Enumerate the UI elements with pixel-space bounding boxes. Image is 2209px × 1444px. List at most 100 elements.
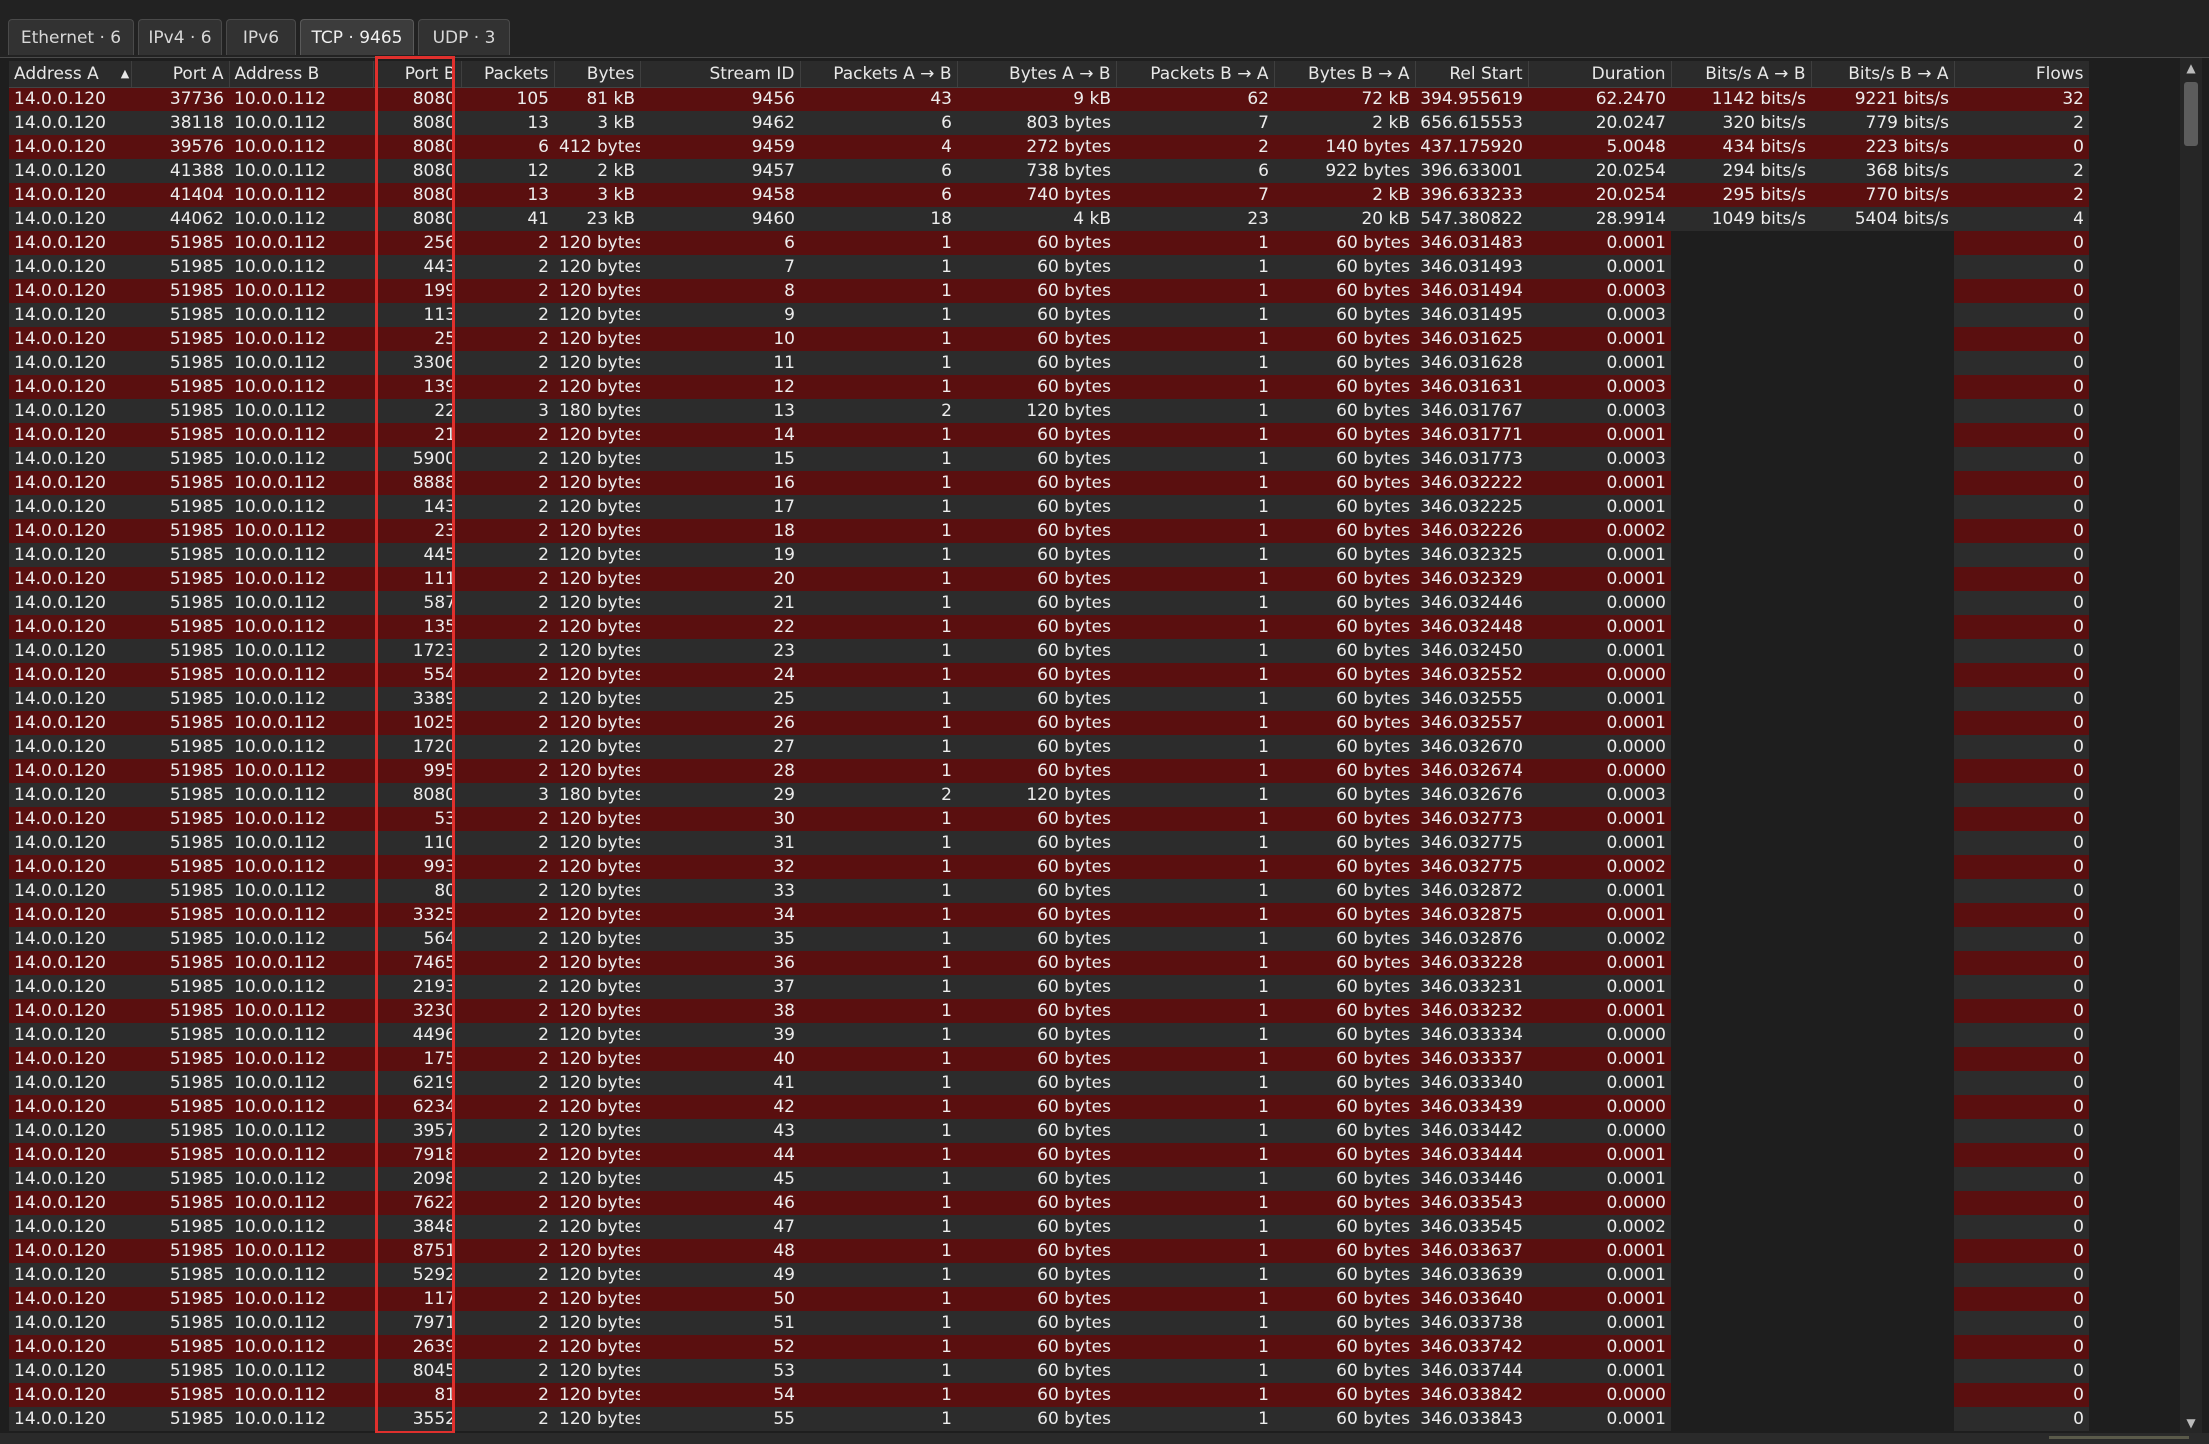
table-row[interactable]: 14.0.0.120 51985 10.0.0.112 3552 2 120 bytes 5…: [9, 1407, 2089, 1431]
table-row[interactable]: 14.0.0.120 51985 10.0.0.112 111 2 120 bytes 20…: [9, 567, 2089, 591]
table-row[interactable]: 14.0.0.120 51985 10.0.0.112 22 3 180 bytes 13 2…: [9, 399, 2089, 423]
table-row[interactable]: 14.0.0.120 51985 10.0.0.112 7622 2 120 bytes 4…: [9, 1191, 2089, 1215]
table-row[interactable]: 14.0.0.120 51985 10.0.0.112 995 2 120 bytes 28…: [9, 759, 2089, 783]
cell-packets: 2: [461, 447, 554, 471]
table-row[interactable]: 14.0.0.120 51985 10.0.0.112 7918 2 120 bytes 4…: [9, 1143, 2089, 1167]
table-row[interactable]: 14.0.0.120 44062 10.0.0.112 8080 41 23 kB 9460…: [9, 207, 2089, 231]
cell-packets-b-to-a: 1: [1116, 327, 1274, 351]
table-row[interactable]: 14.0.0.120 51985 10.0.0.112 25 2 120 bytes 10 1…: [9, 327, 2089, 351]
table-row[interactable]: 14.0.0.120 51985 10.0.0.112 5900 2 120 bytes 1…: [9, 447, 2089, 471]
tab-ipv4[interactable]: IPv4 · 6: [138, 19, 222, 55]
column-header-bits-b-to-a[interactable]: Bits/s B → A: [1811, 61, 1955, 88]
table-row[interactable]: 14.0.0.120 51985 10.0.0.112 445 2 120 bytes 19…: [9, 543, 2089, 567]
cell-bytes-a-to-b: 60 bytes: [957, 999, 1116, 1023]
table-row[interactable]: 14.0.0.120 51985 10.0.0.112 554 2 120 bytes 24…: [9, 663, 2089, 687]
tab-ipv6[interactable]: IPv6: [226, 19, 296, 55]
table-row[interactable]: 14.0.0.120 51985 10.0.0.112 3306 2 120 bytes 1…: [9, 351, 2089, 375]
cell-duration: 0.0001: [1528, 639, 1671, 663]
cell-duration: 0.0001: [1528, 807, 1671, 831]
table-row[interactable]: 14.0.0.120 51985 10.0.0.112 3230 2 120 bytes 3…: [9, 999, 2089, 1023]
table-row[interactable]: 14.0.0.120 51985 10.0.0.112 6234 2 120 bytes 4…: [9, 1095, 2089, 1119]
table-row[interactable]: 14.0.0.120 51985 10.0.0.112 80 2 120 bytes 33 1…: [9, 879, 2089, 903]
column-header-flows[interactable]: Flows: [1954, 61, 2089, 88]
cell-packets-a-to-b: 1: [800, 711, 957, 735]
column-header-port-a[interactable]: Port A: [131, 61, 230, 88]
resize-grip[interactable]: [2049, 1436, 2189, 1439]
scrollbar-thumb[interactable]: [2184, 82, 2198, 146]
column-header-duration[interactable]: Duration: [1528, 61, 1672, 88]
table-row[interactable]: 14.0.0.120 51985 10.0.0.112 117 2 120 bytes 50…: [9, 1287, 2089, 1311]
cell-port-b: 2639: [373, 1335, 461, 1359]
column-header-rel-start[interactable]: Rel Start: [1415, 61, 1529, 88]
scroll-up-arrow-icon[interactable]: ▲: [2180, 58, 2202, 78]
cell-packets: 2: [461, 351, 554, 375]
table-row[interactable]: 14.0.0.120 51985 10.0.0.112 7971 2 120 bytes 5…: [9, 1311, 2089, 1335]
table-row[interactable]: 14.0.0.120 37736 10.0.0.112 8080 105 81 kB 945…: [9, 87, 2089, 111]
table-row[interactable]: 14.0.0.120 51985 10.0.0.112 1723 2 120 bytes 2…: [9, 639, 2089, 663]
column-header-bytes-b-to-a[interactable]: Bytes B → A: [1274, 61, 1416, 88]
column-header-address-b[interactable]: Address B: [229, 61, 374, 88]
table-row[interactable]: 14.0.0.120 51985 10.0.0.112 21 2 120 bytes 14 1…: [9, 423, 2089, 447]
table-row[interactable]: 14.0.0.120 51985 10.0.0.112 3848 2 120 bytes 4…: [9, 1215, 2089, 1239]
table-row[interactable]: 14.0.0.120 51985 10.0.0.112 3957 2 120 bytes 4…: [9, 1119, 2089, 1143]
table-row[interactable]: 14.0.0.120 51985 10.0.0.112 564 2 120 bytes 35…: [9, 927, 2089, 951]
table-row[interactable]: 14.0.0.120 51985 10.0.0.112 8045 2 120 bytes 5…: [9, 1359, 2089, 1383]
cell-bytes-b-to-a: 60 bytes: [1274, 447, 1415, 471]
table-row[interactable]: 14.0.0.120 51985 10.0.0.112 143 2 120 bytes 17…: [9, 495, 2089, 519]
column-header-packets-b-to-a[interactable]: Packets B → A: [1116, 61, 1275, 88]
table-row[interactable]: 14.0.0.120 51985 10.0.0.112 256 2 120 bytes 6 1…: [9, 231, 2089, 255]
table-row[interactable]: 14.0.0.120 51985 10.0.0.112 5292 2 120 bytes 4…: [9, 1263, 2089, 1287]
cell-address-a: 14.0.0.120: [9, 831, 131, 855]
cell-address-b: 10.0.0.112: [229, 1239, 373, 1263]
column-header-bytes[interactable]: Bytes: [554, 61, 641, 88]
cell-stream-id: 36: [640, 951, 800, 975]
column-header-bits-a-to-b[interactable]: Bits/s A → B: [1671, 61, 1812, 88]
table-row[interactable]: 14.0.0.120 51985 10.0.0.112 135 2 120 bytes 22…: [9, 615, 2089, 639]
table-row[interactable]: 14.0.0.120 51985 10.0.0.112 587 2 120 bytes 21…: [9, 591, 2089, 615]
table-row[interactable]: 14.0.0.120 51985 10.0.0.112 53 2 120 bytes 30 1…: [9, 807, 2089, 831]
vertical-scrollbar[interactable]: ▲ ▼: [2180, 58, 2202, 1433]
table-row[interactable]: 14.0.0.120 41388 10.0.0.112 8080 12 2 kB 9457 6…: [9, 159, 2089, 183]
table-row[interactable]: 14.0.0.120 51985 10.0.0.112 2639 2 120 bytes 5…: [9, 1335, 2089, 1359]
table-row[interactable]: 14.0.0.120 51985 10.0.0.112 6219 2 120 bytes 4…: [9, 1071, 2089, 1095]
table-row[interactable]: 14.0.0.120 51985 10.0.0.112 81 2 120 bytes 54 1…: [9, 1383, 2089, 1407]
table-row[interactable]: 14.0.0.120 51985 10.0.0.112 2193 2 120 bytes 3…: [9, 975, 2089, 999]
table-row[interactable]: 14.0.0.120 51985 10.0.0.112 3325 2 120 bytes 3…: [9, 903, 2089, 927]
cell-flows: 0: [1954, 519, 2089, 543]
table-row[interactable]: 14.0.0.120 51985 10.0.0.112 23 2 120 bytes 18 1…: [9, 519, 2089, 543]
cell-address-b: 10.0.0.112: [229, 1383, 373, 1407]
column-header-stream-id[interactable]: Stream ID: [640, 61, 801, 88]
scroll-down-arrow-icon[interactable]: ▼: [2180, 1413, 2202, 1433]
table-row[interactable]: 14.0.0.120 51985 10.0.0.112 110 2 120 bytes 31…: [9, 831, 2089, 855]
table-row[interactable]: 14.0.0.120 51985 10.0.0.112 8888 2 120 bytes 1…: [9, 471, 2089, 495]
cell-packets: 2: [461, 879, 554, 903]
table-row[interactable]: 14.0.0.120 51985 10.0.0.112 2098 2 120 bytes 4…: [9, 1167, 2089, 1191]
table-row[interactable]: 14.0.0.120 51985 10.0.0.112 7465 2 120 bytes 3…: [9, 951, 2089, 975]
tab-udp[interactable]: UDP · 3: [418, 19, 510, 55]
table-row[interactable]: 14.0.0.120 51985 10.0.0.112 993 2 120 bytes 32…: [9, 855, 2089, 879]
cell-port-a: 51985: [131, 495, 229, 519]
column-header-packets[interactable]: Packets: [461, 61, 555, 88]
column-header-address-a[interactable]: Address A ▲: [9, 61, 132, 88]
table-row[interactable]: 14.0.0.120 39576 10.0.0.112 8080 6 412 bytes 9…: [9, 135, 2089, 159]
table-row[interactable]: 14.0.0.120 51985 10.0.0.112 113 2 120 bytes 9 1…: [9, 303, 2089, 327]
column-header-packets-a-to-b[interactable]: Packets A → B: [800, 61, 958, 88]
table-row[interactable]: 14.0.0.120 51985 10.0.0.112 3389 2 120 bytes 2…: [9, 687, 2089, 711]
table-row[interactable]: 14.0.0.120 51985 10.0.0.112 199 2 120 bytes 8 1…: [9, 279, 2089, 303]
table-row[interactable]: 14.0.0.120 51985 10.0.0.112 139 2 120 bytes 12…: [9, 375, 2089, 399]
tab-tcp[interactable]: TCP · 9465: [300, 19, 414, 55]
tcp-conversations-table[interactable]: Address A ▲ Port A Address B Port B Packe…: [9, 61, 2089, 1431]
table-row[interactable]: 14.0.0.120 51985 10.0.0.112 8080 3 180 bytes 2…: [9, 783, 2089, 807]
table-row[interactable]: 14.0.0.120 41404 10.0.0.112 8080 13 3 kB 9458 6…: [9, 183, 2089, 207]
cell-bytes-b-to-a: 60 bytes: [1274, 1311, 1415, 1335]
column-header-bytes-a-to-b[interactable]: Bytes A → B: [957, 61, 1117, 88]
table-row[interactable]: 14.0.0.120 51985 10.0.0.112 1025 2 120 bytes 2…: [9, 711, 2089, 735]
column-header-port-b[interactable]: Port B: [373, 61, 462, 88]
table-row[interactable]: 14.0.0.120 51985 10.0.0.112 8751 2 120 bytes 4…: [9, 1239, 2089, 1263]
tab-ethernet[interactable]: Ethernet · 6: [8, 19, 134, 55]
table-row[interactable]: 14.0.0.120 38118 10.0.0.112 8080 13 3 kB 9462 6…: [9, 111, 2089, 135]
table-row[interactable]: 14.0.0.120 51985 10.0.0.112 443 2 120 bytes 7 1…: [9, 255, 2089, 279]
table-row[interactable]: 14.0.0.120 51985 10.0.0.112 1720 2 120 bytes 2…: [9, 735, 2089, 759]
table-row[interactable]: 14.0.0.120 51985 10.0.0.112 175 2 120 bytes 40…: [9, 1047, 2089, 1071]
table-row[interactable]: 14.0.0.120 51985 10.0.0.112 4496 2 120 bytes 3…: [9, 1023, 2089, 1047]
